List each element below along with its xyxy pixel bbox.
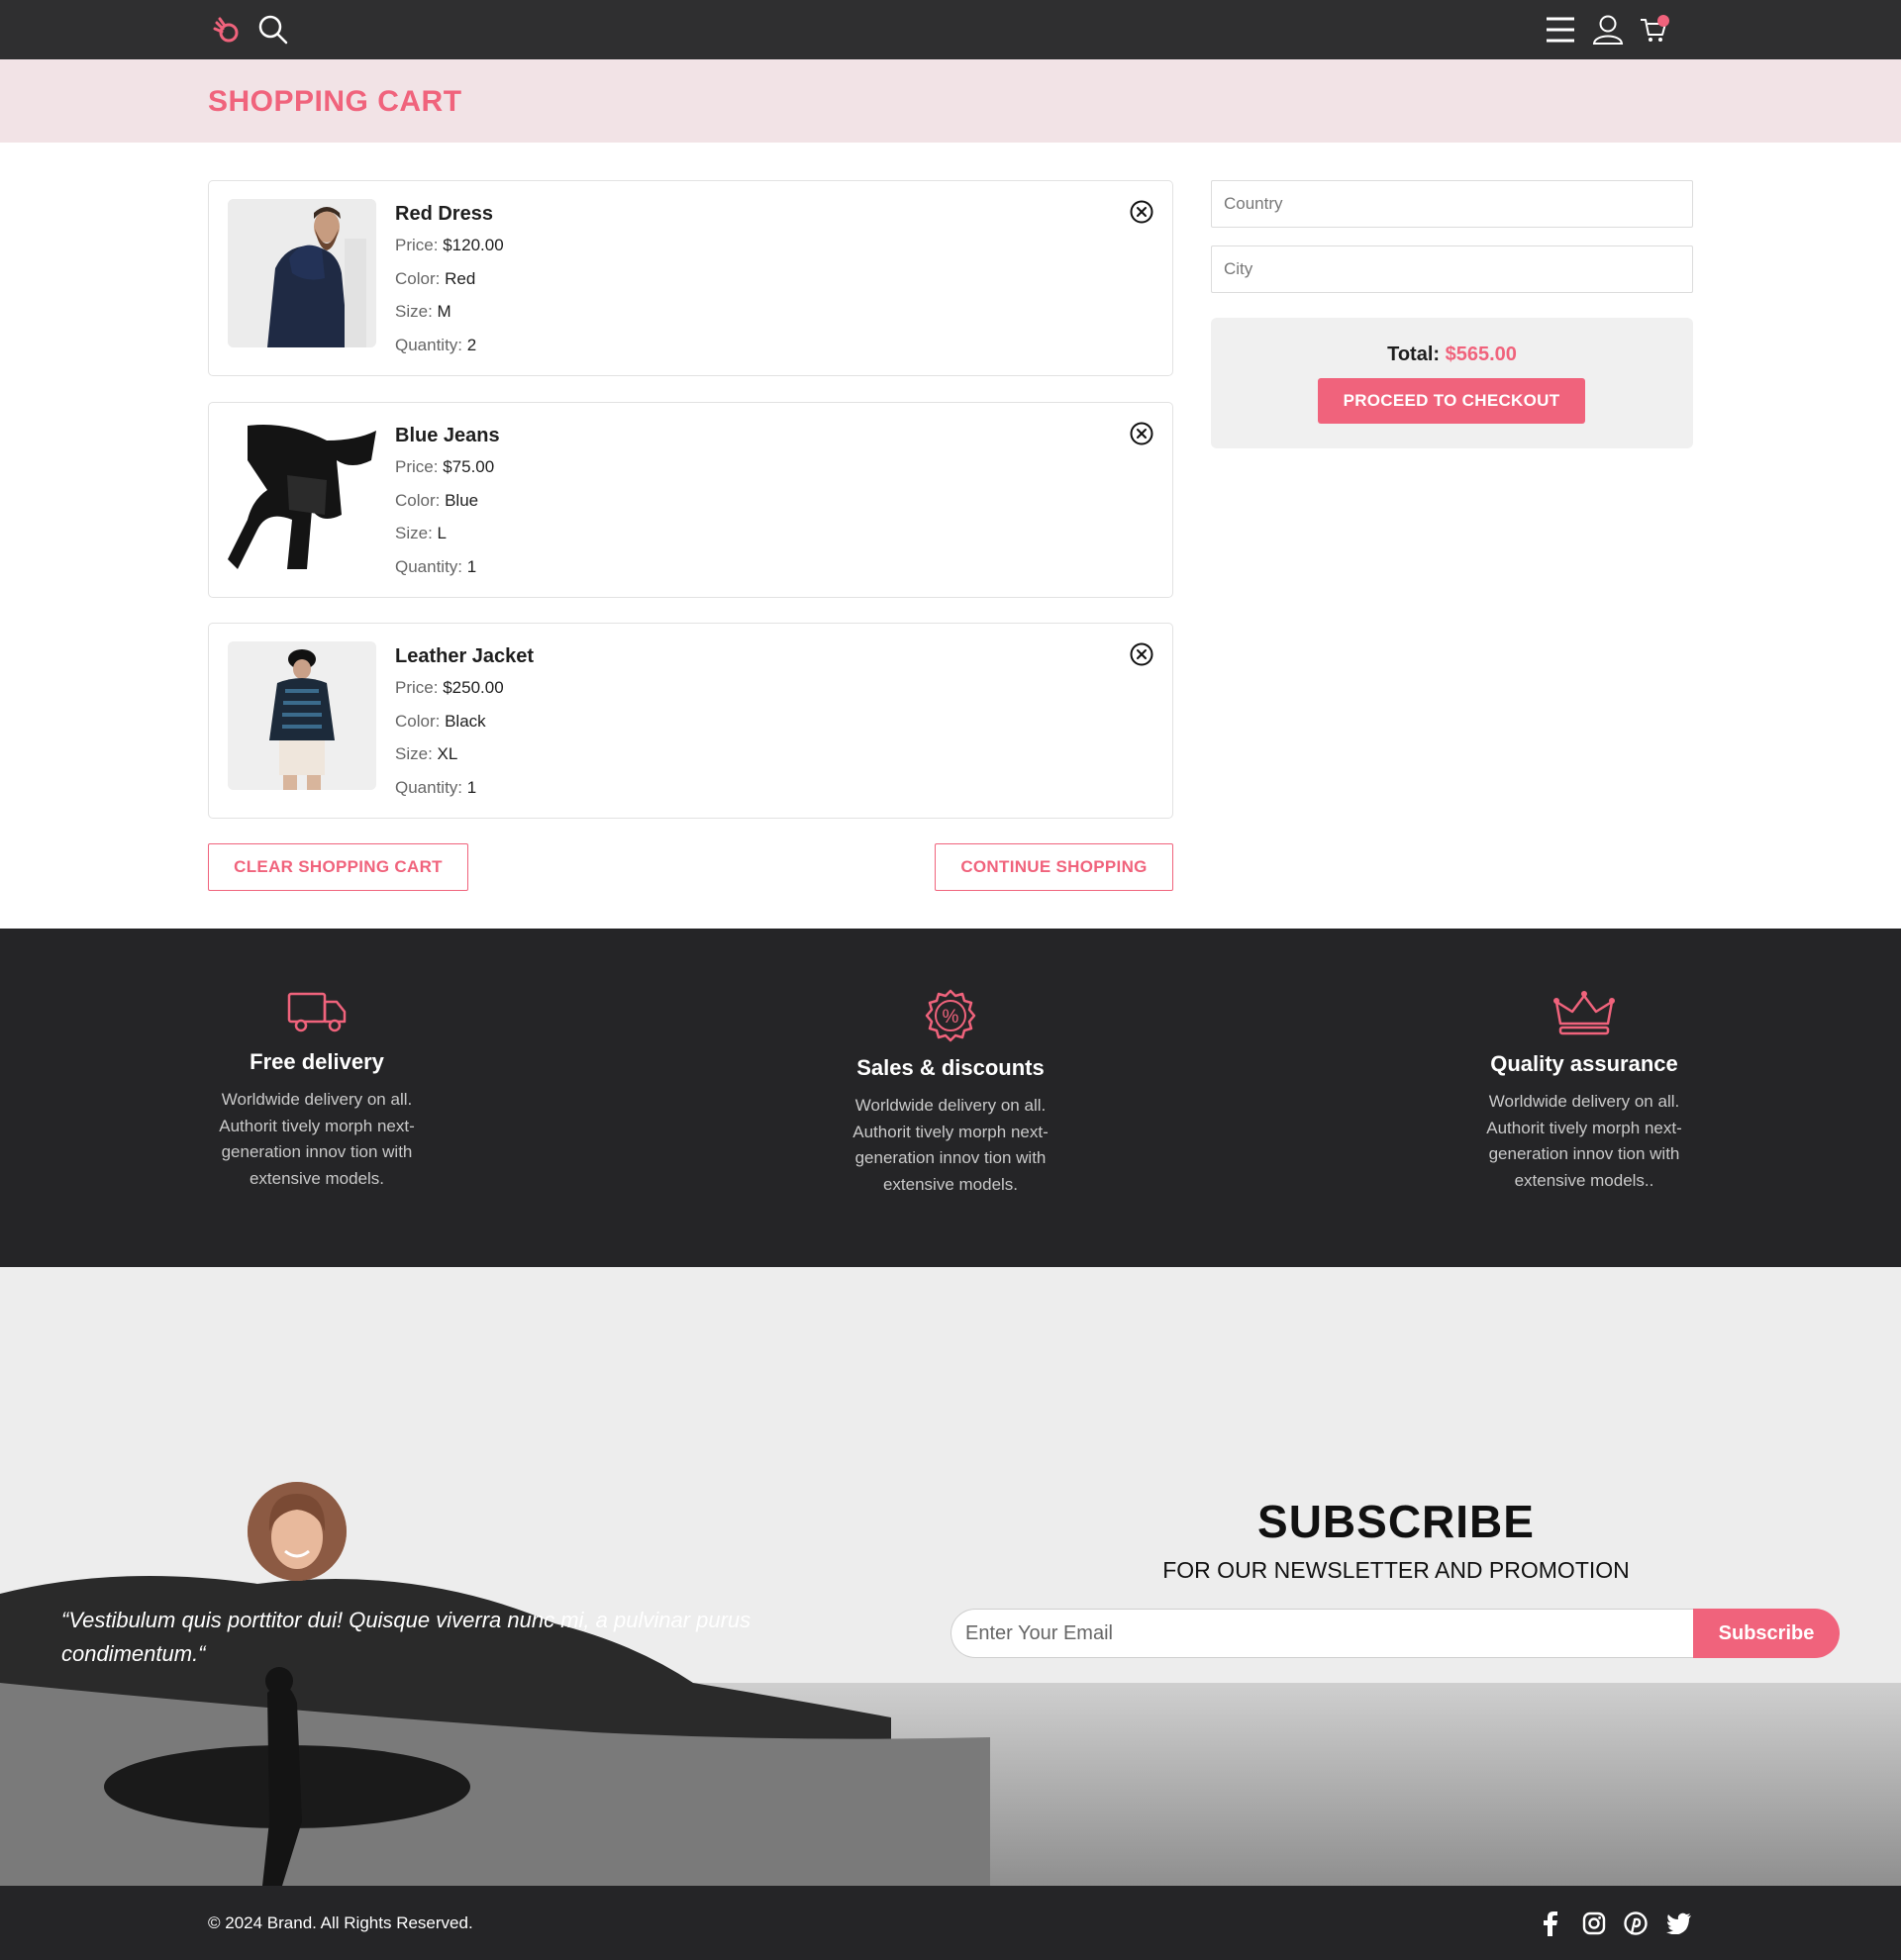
product-image[interactable] bbox=[228, 199, 376, 347]
item-size: Size: M bbox=[395, 302, 451, 321]
subscribe-subtitle: FOR OUR NEWSLETTER AND PROMOTION bbox=[1162, 1557, 1630, 1583]
item-details: Blue Jeans Price: $75.00 Color: Blue Siz… bbox=[395, 421, 500, 583]
item-color: Color: Black bbox=[395, 711, 486, 731]
product-image[interactable] bbox=[228, 641, 376, 790]
page-banner: SHOPPING CART bbox=[0, 59, 1901, 143]
item-color: Color: Red bbox=[395, 268, 476, 288]
item-price: Price: $250.00 bbox=[395, 678, 504, 697]
svg-text:%: % bbox=[943, 1007, 959, 1028]
truck-icon bbox=[287, 992, 347, 1032]
footer: © 2024 Brand. All Rights Reserved. bbox=[0, 1886, 1901, 1960]
testimonial-quote: “Vestibulum quis porttitor dui! Quisque … bbox=[61, 1608, 751, 1666]
item-name: Blue Jeans bbox=[395, 425, 500, 446]
feature-text: Worldwide delivery on all. Authorit tive… bbox=[852, 1096, 1049, 1194]
proceed-to-checkout-button[interactable]: PROCEED TO CHECKOUT bbox=[1318, 378, 1585, 424]
cart-item: Red Dress Price: $120.00 Color: Red Size… bbox=[208, 180, 1173, 376]
item-quantity: Quantity: 2 bbox=[395, 335, 477, 354]
copyright-text: © 2024 Brand. All Rights Reserved. bbox=[208, 1913, 473, 1932]
continue-shopping-button[interactable]: CONTINUE SHOPPING bbox=[935, 843, 1173, 891]
feature-sales-discounts: % Sales & discounts Worldwide delivery o… bbox=[792, 988, 1109, 1198]
item-name: Red Dress bbox=[395, 203, 493, 225]
cart-item: Leather Jacket Price: $250.00 Color: Bla… bbox=[208, 623, 1173, 819]
feature-title: Sales & discounts bbox=[856, 1055, 1045, 1080]
total-line: Total: $565.00 bbox=[1211, 343, 1693, 366]
cart-count-badge bbox=[1657, 15, 1669, 27]
remove-item-icon[interactable] bbox=[1129, 641, 1154, 667]
hand-logo-icon[interactable] bbox=[206, 10, 246, 49]
top-navbar bbox=[0, 0, 1901, 59]
feature-text: Worldwide delivery on all. Authorit tive… bbox=[219, 1090, 415, 1188]
feature-title: Free delivery bbox=[250, 1049, 384, 1074]
item-name: Leather Jacket bbox=[395, 645, 535, 667]
crown-icon bbox=[1553, 991, 1615, 1035]
item-price: Price: $120.00 bbox=[395, 236, 504, 254]
cart-icon[interactable] bbox=[1634, 10, 1673, 49]
twitter-icon[interactable] bbox=[1665, 1910, 1693, 1937]
feature-title: Quality assurance bbox=[1490, 1051, 1678, 1076]
instagram-icon[interactable] bbox=[1580, 1910, 1608, 1937]
subscribe-section: “Vestibulum quis porttitor dui! Quisque … bbox=[0, 1267, 1901, 1886]
cart-item: Blue Jeans Price: $75.00 Color: Blue Siz… bbox=[208, 402, 1173, 598]
country-field[interactable] bbox=[1211, 180, 1693, 228]
features-section: Free delivery Worldwide delivery on all.… bbox=[0, 929, 1901, 1267]
discount-badge-icon: % bbox=[925, 989, 976, 1042]
item-quantity: Quantity: 1 bbox=[395, 777, 477, 797]
total-value: $565.00 bbox=[1445, 343, 1517, 365]
item-quantity: Quantity: 1 bbox=[395, 556, 477, 576]
item-color: Color: Blue bbox=[395, 490, 479, 510]
feature-text: Worldwide delivery on all. Authorit tive… bbox=[1486, 1092, 1682, 1190]
menu-icon[interactable] bbox=[1541, 10, 1580, 49]
pinterest-icon[interactable] bbox=[1622, 1910, 1650, 1937]
product-image[interactable] bbox=[228, 421, 376, 569]
testimonial-avatar bbox=[248, 1482, 347, 1581]
subscribe-button[interactable]: Subscribe bbox=[1693, 1609, 1840, 1658]
item-size: Size: L bbox=[395, 524, 447, 542]
remove-item-icon[interactable] bbox=[1129, 421, 1154, 446]
remove-item-icon[interactable] bbox=[1129, 199, 1154, 225]
user-icon[interactable] bbox=[1588, 10, 1628, 49]
feature-quality-assurance: Quality assurance Worldwide delivery on … bbox=[1426, 988, 1743, 1194]
email-field[interactable] bbox=[950, 1609, 1703, 1658]
item-size: Size: XL bbox=[395, 744, 458, 763]
city-field[interactable] bbox=[1211, 245, 1693, 293]
item-price: Price: $75.00 bbox=[395, 457, 495, 476]
page-title: SHOPPING CART bbox=[208, 85, 462, 118]
facebook-icon[interactable] bbox=[1537, 1910, 1564, 1937]
order-summary: Total: $565.00 PROCEED TO CHECKOUT bbox=[1211, 318, 1693, 448]
subscribe-title: SUBSCRIBE bbox=[1257, 1496, 1535, 1547]
item-details: Leather Jacket Price: $250.00 Color: Bla… bbox=[395, 641, 534, 804]
clear-cart-button[interactable]: CLEAR SHOPPING CART bbox=[208, 843, 468, 891]
feature-free-delivery: Free delivery Worldwide delivery on all.… bbox=[158, 988, 475, 1192]
search-icon[interactable] bbox=[253, 10, 293, 49]
item-details: Red Dress Price: $120.00 Color: Red Size… bbox=[395, 199, 504, 361]
total-label: Total: bbox=[1387, 343, 1441, 365]
